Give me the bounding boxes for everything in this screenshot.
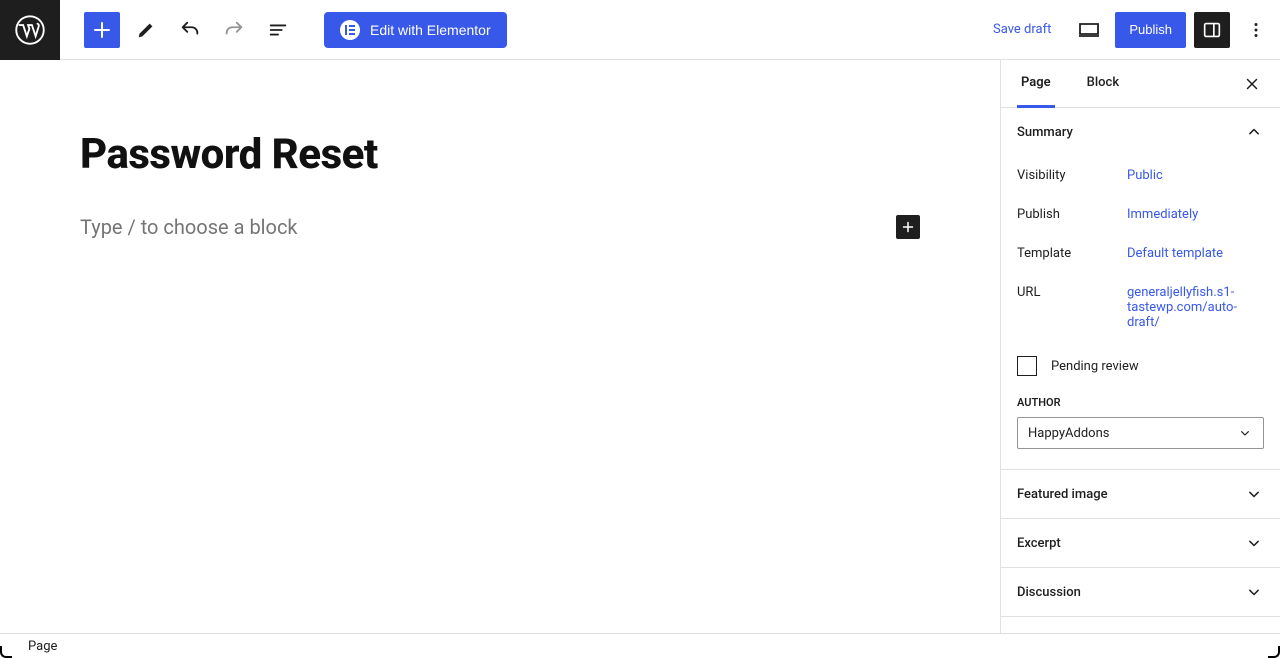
close-icon bbox=[1243, 75, 1261, 93]
author-heading: AUTHOR bbox=[1017, 396, 1264, 409]
save-draft-link[interactable]: Save draft bbox=[993, 22, 1051, 37]
tab-page[interactable]: Page bbox=[1017, 60, 1055, 108]
excerpt-panel: Excerpt bbox=[1001, 519, 1280, 568]
main-area: Password Reset Type / to choose a block … bbox=[0, 60, 1280, 633]
template-value[interactable]: Default template bbox=[1127, 246, 1223, 261]
preview-button[interactable] bbox=[1071, 12, 1107, 48]
summary-heading: Summary bbox=[1017, 125, 1073, 140]
wordpress-logo[interactable] bbox=[0, 0, 60, 60]
template-row: Template Default template bbox=[1017, 234, 1264, 273]
pending-review-label: Pending review bbox=[1051, 359, 1139, 374]
url-row: URL generaljellyfish.s1-tastewp.com/auto… bbox=[1017, 273, 1264, 342]
toolbar-right: Save draft Publish bbox=[993, 12, 1280, 48]
template-label: Template bbox=[1017, 246, 1127, 261]
desktop-icon bbox=[1077, 18, 1101, 42]
featured-image-panel: Featured image bbox=[1001, 470, 1280, 519]
undo-icon bbox=[179, 19, 201, 41]
summary-body: Visibility Public Publish Immediately Te… bbox=[1001, 156, 1280, 469]
visibility-row: Visibility Public bbox=[1017, 156, 1264, 195]
block-placeholder-text[interactable]: Type / to choose a block bbox=[80, 215, 298, 239]
plus-icon bbox=[90, 18, 114, 42]
summary-panel: Summary Visibility Public Publish Immedi… bbox=[1001, 108, 1280, 470]
list-icon bbox=[267, 19, 289, 41]
close-sidebar-button[interactable] bbox=[1240, 72, 1264, 96]
discussion-header[interactable]: Discussion bbox=[1001, 568, 1280, 616]
redo-button[interactable] bbox=[216, 12, 252, 48]
featured-image-label: Featured image bbox=[1017, 487, 1108, 502]
publish-label: Publish bbox=[1017, 207, 1127, 222]
tab-block[interactable]: Block bbox=[1083, 60, 1123, 108]
document-overview-button[interactable] bbox=[260, 12, 296, 48]
excerpt-header[interactable]: Excerpt bbox=[1001, 519, 1280, 567]
featured-image-header[interactable]: Featured image bbox=[1001, 470, 1280, 518]
plus-icon bbox=[899, 218, 917, 236]
add-block-inline-button[interactable] bbox=[896, 215, 920, 239]
chevron-down-icon bbox=[1244, 533, 1264, 553]
undo-button[interactable] bbox=[172, 12, 208, 48]
url-value[interactable]: generaljellyfish.s1-tastewp.com/auto-dra… bbox=[1127, 285, 1264, 330]
editor-canvas[interactable]: Password Reset Type / to choose a block bbox=[0, 60, 1000, 633]
elementor-icon bbox=[340, 20, 360, 40]
chevron-down-icon bbox=[1244, 582, 1264, 602]
publish-row: Publish Immediately bbox=[1017, 195, 1264, 234]
page-title[interactable]: Password Reset bbox=[80, 130, 920, 179]
elementor-button-label: Edit with Elementor bbox=[370, 22, 491, 38]
toolbar-left: Edit with Elementor bbox=[60, 12, 507, 48]
settings-sidebar: Page Block Summary Visibility Public Pub… bbox=[1000, 60, 1280, 633]
summary-panel-header[interactable]: Summary bbox=[1001, 108, 1280, 156]
visibility-label: Visibility bbox=[1017, 168, 1127, 183]
sidebar-icon bbox=[1201, 19, 1223, 41]
options-button[interactable] bbox=[1238, 12, 1274, 48]
redo-icon bbox=[223, 19, 245, 41]
chevron-down-icon bbox=[1237, 425, 1253, 441]
block-placeholder-row: Type / to choose a block bbox=[80, 215, 920, 239]
kebab-icon bbox=[1245, 19, 1267, 41]
top-toolbar: Edit with Elementor Save draft Publish bbox=[0, 0, 1280, 60]
sidebar-tabs: Page Block bbox=[1001, 60, 1280, 108]
pending-review-checkbox[interactable] bbox=[1017, 356, 1037, 376]
add-block-button[interactable] bbox=[84, 12, 120, 48]
footer-breadcrumb[interactable]: Page bbox=[28, 639, 57, 654]
pending-review-row: Pending review bbox=[1017, 342, 1264, 396]
pencil-icon bbox=[135, 19, 157, 41]
discussion-label: Discussion bbox=[1017, 585, 1081, 600]
visibility-value[interactable]: Public bbox=[1127, 168, 1163, 183]
bottom-footer: Page bbox=[0, 633, 1280, 658]
edit-with-elementor-button[interactable]: Edit with Elementor bbox=[324, 12, 507, 48]
excerpt-label: Excerpt bbox=[1017, 536, 1061, 551]
chevron-down-icon bbox=[1244, 484, 1264, 504]
corner-right bbox=[1268, 646, 1280, 658]
discussion-panel: Discussion bbox=[1001, 568, 1280, 617]
tools-button[interactable] bbox=[128, 12, 164, 48]
url-label: URL bbox=[1017, 285, 1127, 330]
publish-value[interactable]: Immediately bbox=[1127, 207, 1198, 222]
author-select[interactable]: HappyAddons bbox=[1017, 417, 1264, 449]
chevron-up-icon bbox=[1244, 122, 1264, 142]
publish-button[interactable]: Publish bbox=[1115, 12, 1186, 48]
wordpress-icon bbox=[15, 15, 45, 45]
corner-left bbox=[0, 646, 12, 658]
settings-sidebar-toggle[interactable] bbox=[1194, 12, 1230, 48]
author-value: HappyAddons bbox=[1028, 426, 1109, 441]
